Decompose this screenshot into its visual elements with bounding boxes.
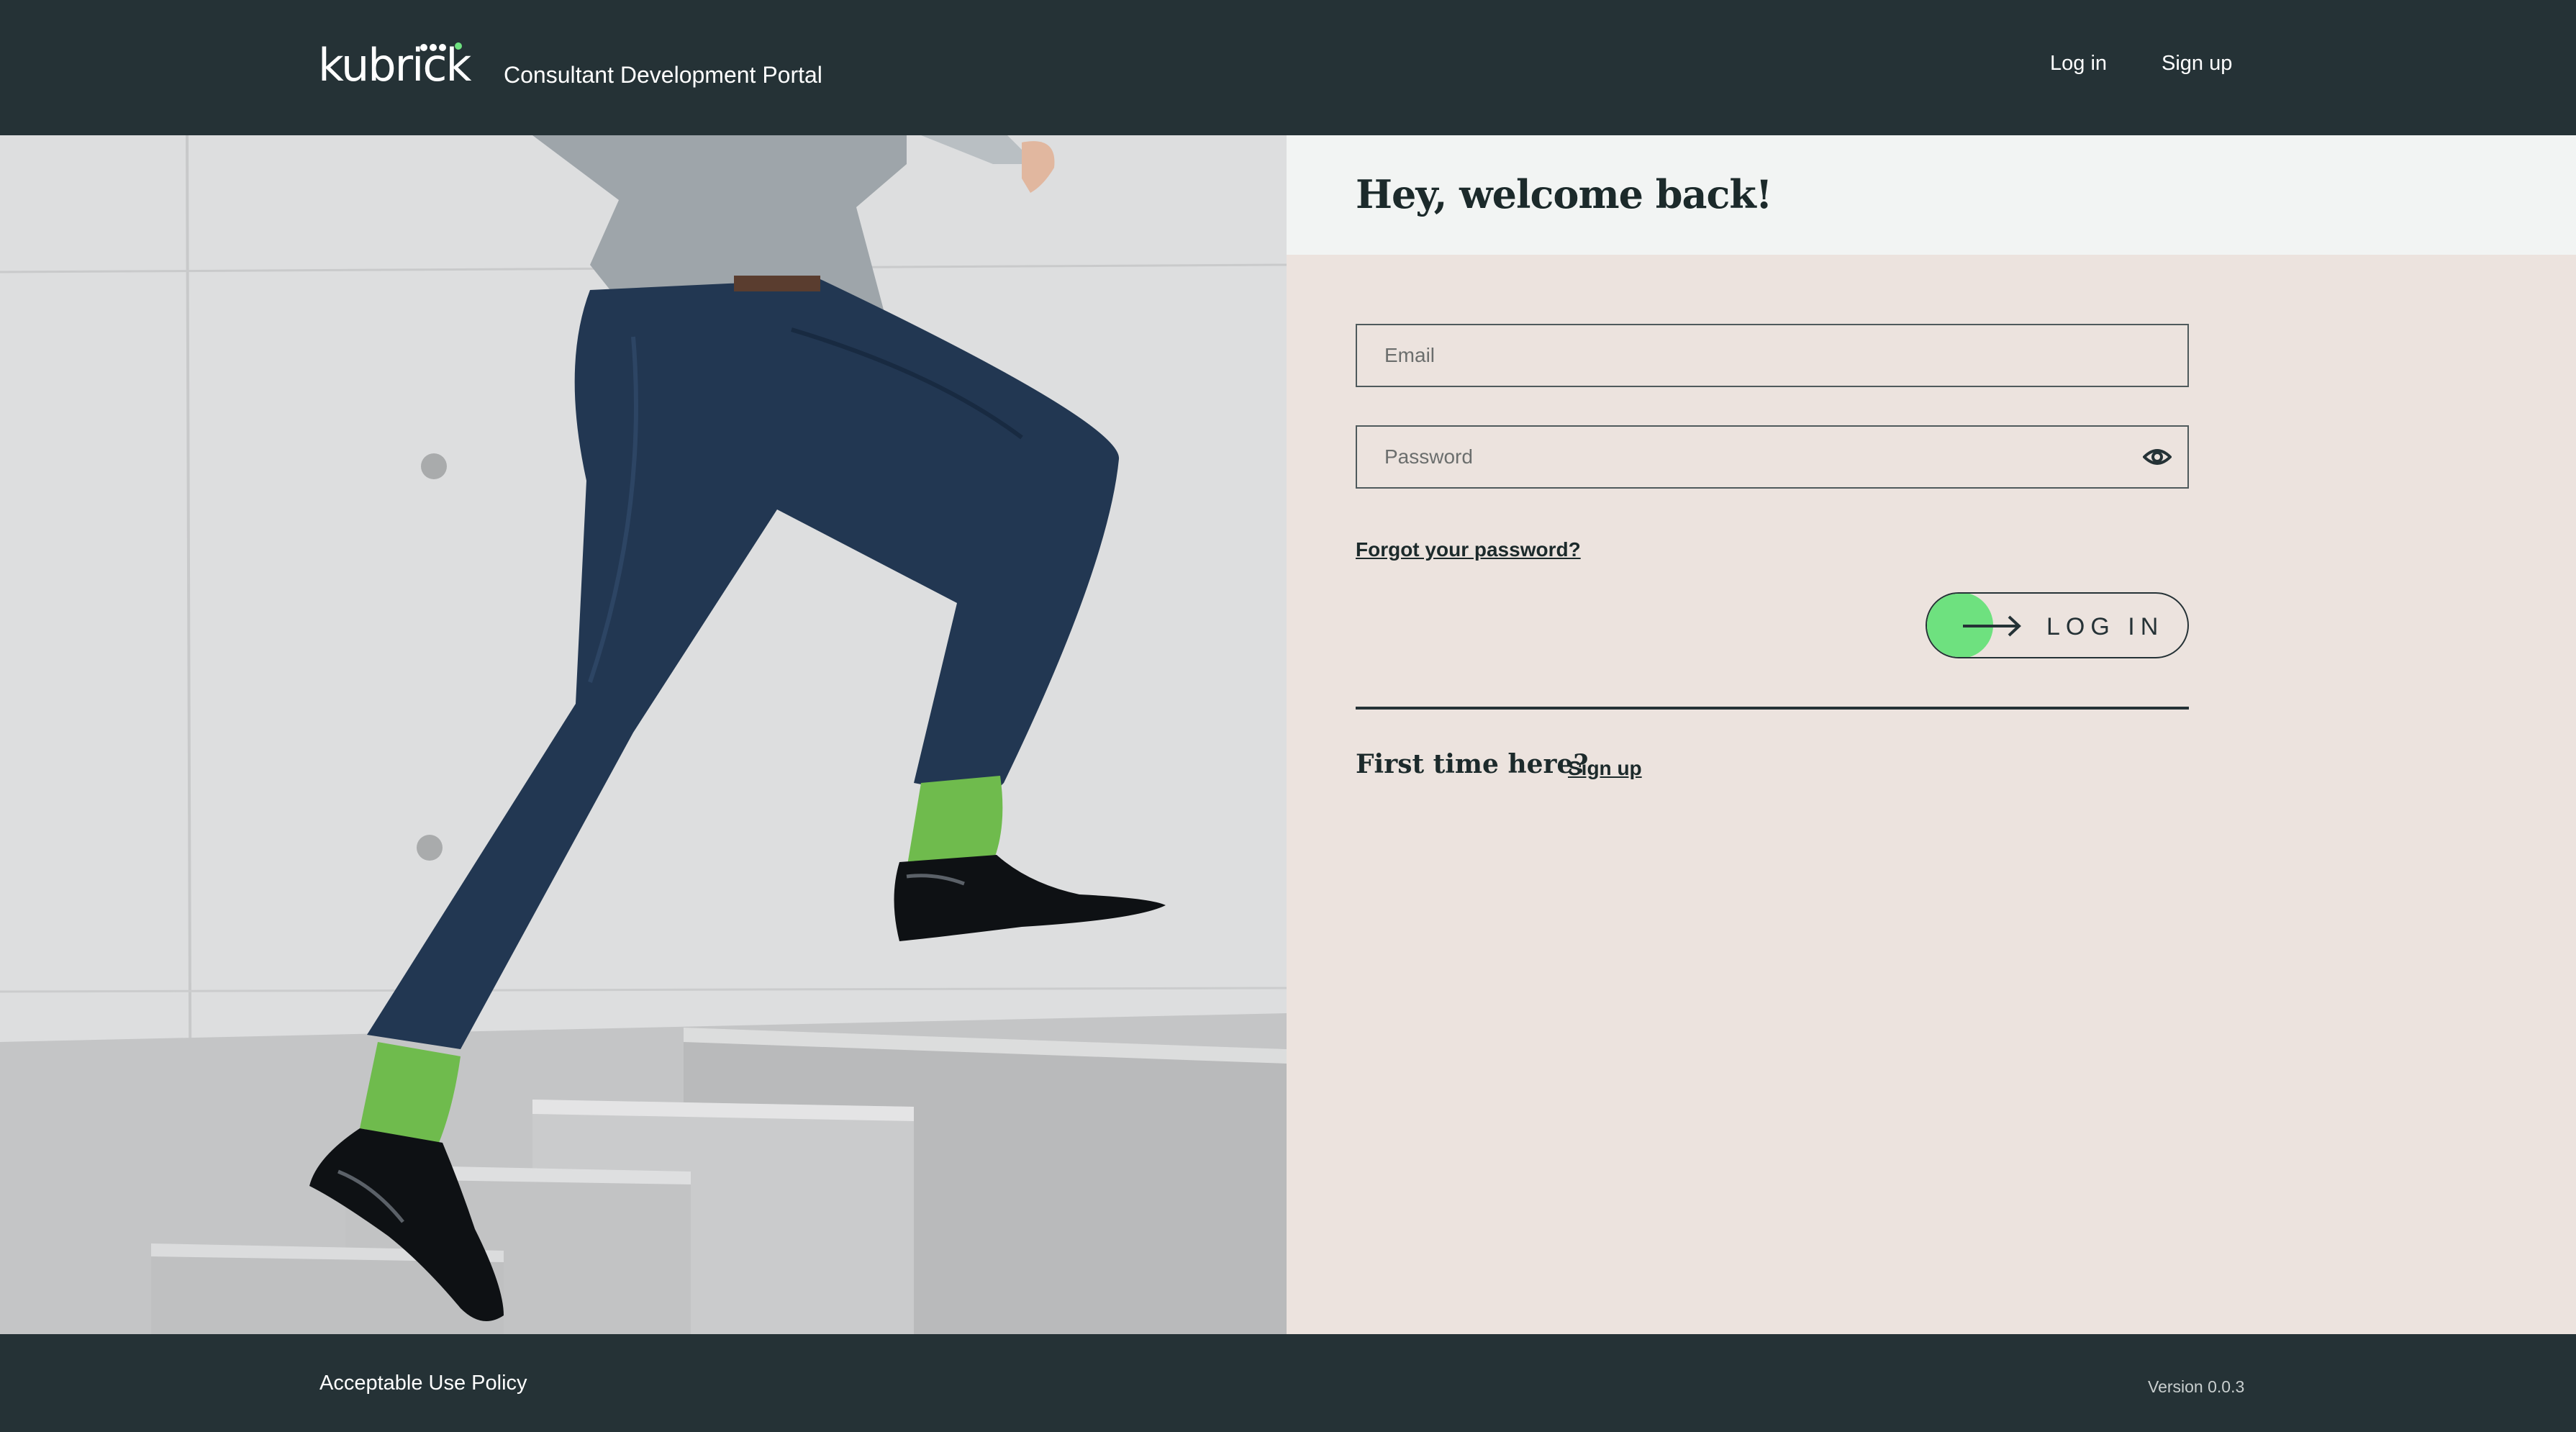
hero-illustration xyxy=(0,135,1287,1334)
top-header: kubrick Consultant Development Portal Lo… xyxy=(0,0,2576,135)
eye-icon[interactable] xyxy=(2143,444,2172,470)
header-login-link[interactable]: Log in xyxy=(2050,50,2107,76)
login-button[interactable]: LOG IN xyxy=(1926,592,2189,658)
signup-link[interactable]: Sign up xyxy=(1568,756,1642,781)
forgot-password-link[interactable]: Forgot your password? xyxy=(1356,537,1581,563)
version-label: Version 0.0.3 xyxy=(2148,1377,2245,1396)
login-panel: Hey, welcome back! Forgot your password?… xyxy=(1287,135,2576,1334)
login-button-label: LOG IN xyxy=(2046,613,2164,640)
email-field-container xyxy=(1356,324,2189,387)
password-input[interactable] xyxy=(1357,427,2187,487)
header-signup-link[interactable]: Sign up xyxy=(2162,50,2232,76)
welcome-title: Hey, welcome back! xyxy=(1356,171,1772,217)
page-footer: Acceptable Use Policy Version 0.0.3 xyxy=(0,1334,2576,1432)
password-field-container xyxy=(1356,425,2189,489)
hero-image xyxy=(0,135,1287,1334)
arrow-right-icon xyxy=(1963,615,2021,637)
first-time-text: First time here? xyxy=(1356,749,1589,779)
logo-dots-icon xyxy=(420,42,462,51)
email-input[interactable] xyxy=(1357,325,2187,386)
acceptable-use-policy-link[interactable]: Acceptable Use Policy xyxy=(319,1370,527,1396)
welcome-bar: Hey, welcome back! xyxy=(1287,135,2576,255)
form-divider xyxy=(1356,707,2189,710)
portal-title: Consultant Development Portal xyxy=(504,62,822,88)
